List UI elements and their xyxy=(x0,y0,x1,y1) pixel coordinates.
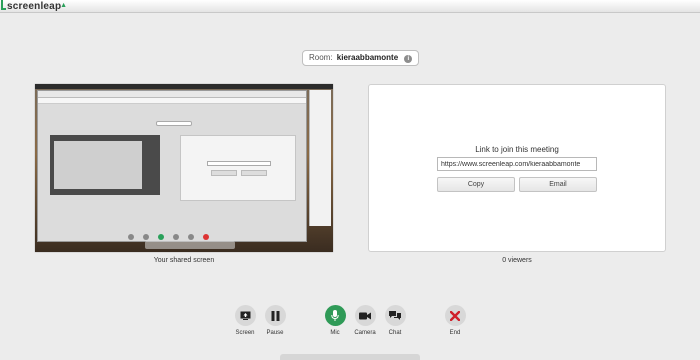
logo-mark-icon xyxy=(1,0,6,10)
pause-icon xyxy=(271,310,279,321)
end-label: End xyxy=(449,330,461,336)
room-indicator[interactable]: Room: kieraabbamonte i xyxy=(302,50,420,66)
chat-icon xyxy=(389,310,401,320)
room-label: Room: xyxy=(309,53,333,62)
top-bar: screenleap ▲ xyxy=(0,0,700,13)
chat-label: Chat xyxy=(388,330,402,336)
logo-text: screenleap xyxy=(7,1,62,12)
copy-button[interactable]: Copy xyxy=(437,177,515,192)
shared-screen-caption: Your shared screen xyxy=(153,257,215,264)
bottom-handle xyxy=(280,354,420,360)
screen-share-icon xyxy=(240,311,250,320)
logo-arrow-icon: ▲ xyxy=(60,2,68,9)
camera-icon xyxy=(359,312,371,319)
close-icon xyxy=(450,310,460,321)
screenleap-logo: screenleap ▲ xyxy=(1,0,67,12)
viewers-count: 0 viewers xyxy=(502,257,532,264)
shared-screen-preview xyxy=(35,84,333,252)
preview-dock xyxy=(145,241,235,249)
pause-button[interactable]: Pause xyxy=(255,305,295,336)
end-button[interactable]: End xyxy=(435,305,475,336)
microphone-icon xyxy=(331,310,339,321)
join-title: Link to join this meeting xyxy=(475,145,559,154)
preview-browser-window xyxy=(37,90,307,242)
chat-button[interactable]: Chat xyxy=(375,305,415,336)
join-meeting-card: Link to join this meeting Copy Email xyxy=(368,84,666,252)
preview-side-window xyxy=(309,90,331,226)
info-icon[interactable]: i xyxy=(404,55,413,63)
email-button[interactable]: Email xyxy=(519,177,597,192)
join-url-field[interactable] xyxy=(437,157,597,171)
pause-label: Pause xyxy=(266,330,284,336)
room-name: kieraabbamonte xyxy=(336,53,399,62)
